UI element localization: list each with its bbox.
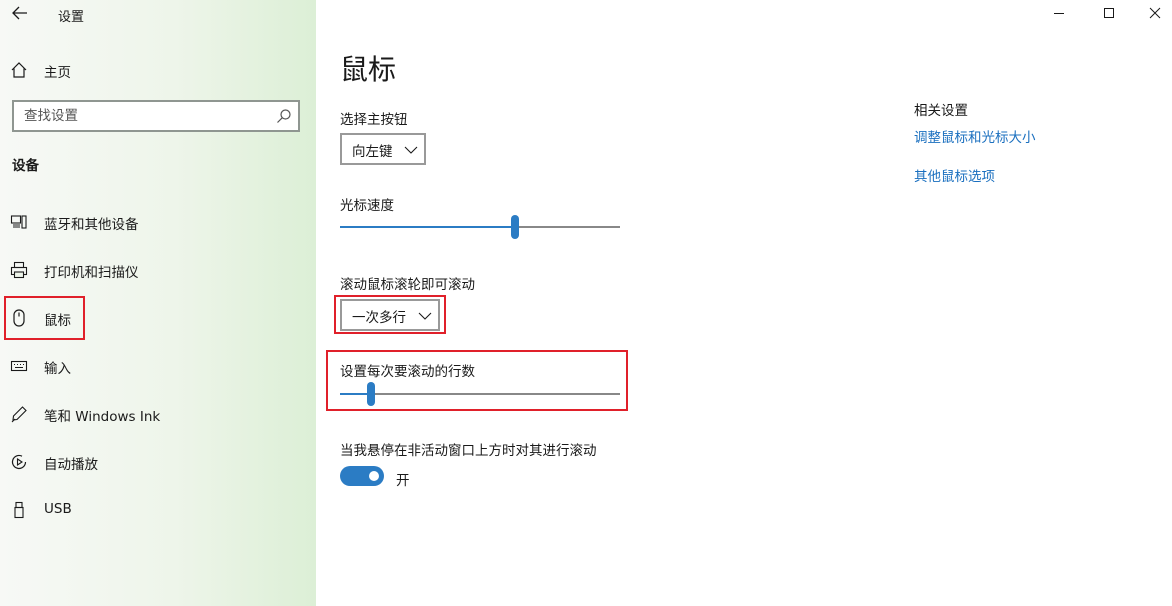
highlight-box-scroll-mode bbox=[334, 295, 446, 334]
sidebar-item-pen[interactable]: 笔和 Windows Ink bbox=[0, 394, 316, 434]
related-settings-title: 相关设置 bbox=[914, 103, 968, 119]
scroll-mode-label: 滚动鼠标滚轮即可滚动 bbox=[340, 277, 475, 293]
sidebar-item-home[interactable]: 主页 bbox=[0, 50, 316, 90]
link-additional-mouse-options[interactable]: 其他鼠标选项 bbox=[914, 165, 995, 185]
sidebar-item-label: 打印机和扫描仪 bbox=[44, 265, 139, 281]
sidebar: 设置 主页 设备 蓝牙和其他设备 打印机和扫描仪 bbox=[0, 0, 316, 606]
page-title: 鼠标 bbox=[340, 53, 397, 86]
highlight-box-scroll-lines bbox=[326, 350, 628, 411]
keyboard-icon bbox=[10, 360, 28, 372]
back-arrow-icon bbox=[12, 6, 27, 20]
link-mouse-cursor-size[interactable]: 调整鼠标和光标大小 bbox=[914, 126, 1036, 146]
sidebar-item-label: 主页 bbox=[44, 65, 71, 81]
section-header: 设备 bbox=[12, 158, 39, 174]
autoplay-icon bbox=[11, 454, 27, 470]
slider-track bbox=[519, 226, 620, 228]
search-box bbox=[12, 100, 300, 132]
sidebar-item-usb[interactable]: USB bbox=[0, 490, 316, 530]
back-button[interactable] bbox=[6, 0, 34, 28]
sidebar-item-label: 输入 bbox=[44, 361, 71, 377]
sidebar-item-label: 蓝牙和其他设备 bbox=[44, 217, 139, 233]
printer-icon bbox=[10, 261, 28, 279]
sidebar-item-label: USB bbox=[44, 501, 72, 517]
sidebar-item-label: 自动播放 bbox=[44, 457, 98, 473]
inactive-scroll-toggle[interactable] bbox=[340, 466, 384, 486]
sidebar-item-autoplay[interactable]: 自动播放 bbox=[0, 442, 316, 482]
inactive-scroll-label: 当我悬停在非活动窗口上方时对其进行滚动 bbox=[340, 443, 597, 459]
primary-button-dropdown[interactable]: 向左键 bbox=[340, 133, 426, 165]
close-button[interactable] bbox=[1132, 0, 1172, 28]
cursor-speed-slider[interactable] bbox=[340, 212, 620, 242]
toggle-knob bbox=[369, 471, 379, 481]
main-content: 鼠标 选择主按钮 向左键 光标速度 滚动鼠标滚轮即可滚动 一次多行 设置每次要滚… bbox=[316, 0, 1172, 606]
maximize-button[interactable] bbox=[1086, 0, 1132, 28]
minimize-icon bbox=[1054, 13, 1064, 14]
slider-thumb[interactable] bbox=[511, 215, 519, 239]
search-icon[interactable] bbox=[276, 108, 292, 124]
minimize-button[interactable] bbox=[1036, 0, 1082, 28]
sidebar-item-typing[interactable]: 输入 bbox=[0, 346, 316, 386]
slider-track-fill bbox=[340, 226, 511, 228]
sidebar-item-bluetooth[interactable]: 蓝牙和其他设备 bbox=[0, 202, 316, 242]
primary-button-label: 选择主按钮 bbox=[340, 112, 408, 128]
search-input[interactable] bbox=[14, 102, 270, 130]
close-icon bbox=[1149, 7, 1161, 19]
toggle-state-label: 开 bbox=[396, 473, 410, 489]
maximize-icon bbox=[1104, 8, 1114, 18]
pen-icon bbox=[11, 406, 27, 423]
bluetooth-devices-icon bbox=[10, 215, 27, 229]
sidebar-item-label: 笔和 Windows Ink bbox=[44, 409, 161, 425]
sidebar-item-printers[interactable]: 打印机和扫描仪 bbox=[0, 250, 316, 290]
dropdown-value: 向左键 bbox=[352, 144, 393, 160]
cursor-speed-label: 光标速度 bbox=[340, 198, 394, 214]
app-title: 设置 bbox=[58, 10, 85, 25]
highlight-box-mouse bbox=[4, 296, 85, 340]
chevron-down-icon bbox=[404, 146, 418, 154]
usb-icon bbox=[14, 501, 24, 519]
home-icon bbox=[11, 62, 27, 78]
